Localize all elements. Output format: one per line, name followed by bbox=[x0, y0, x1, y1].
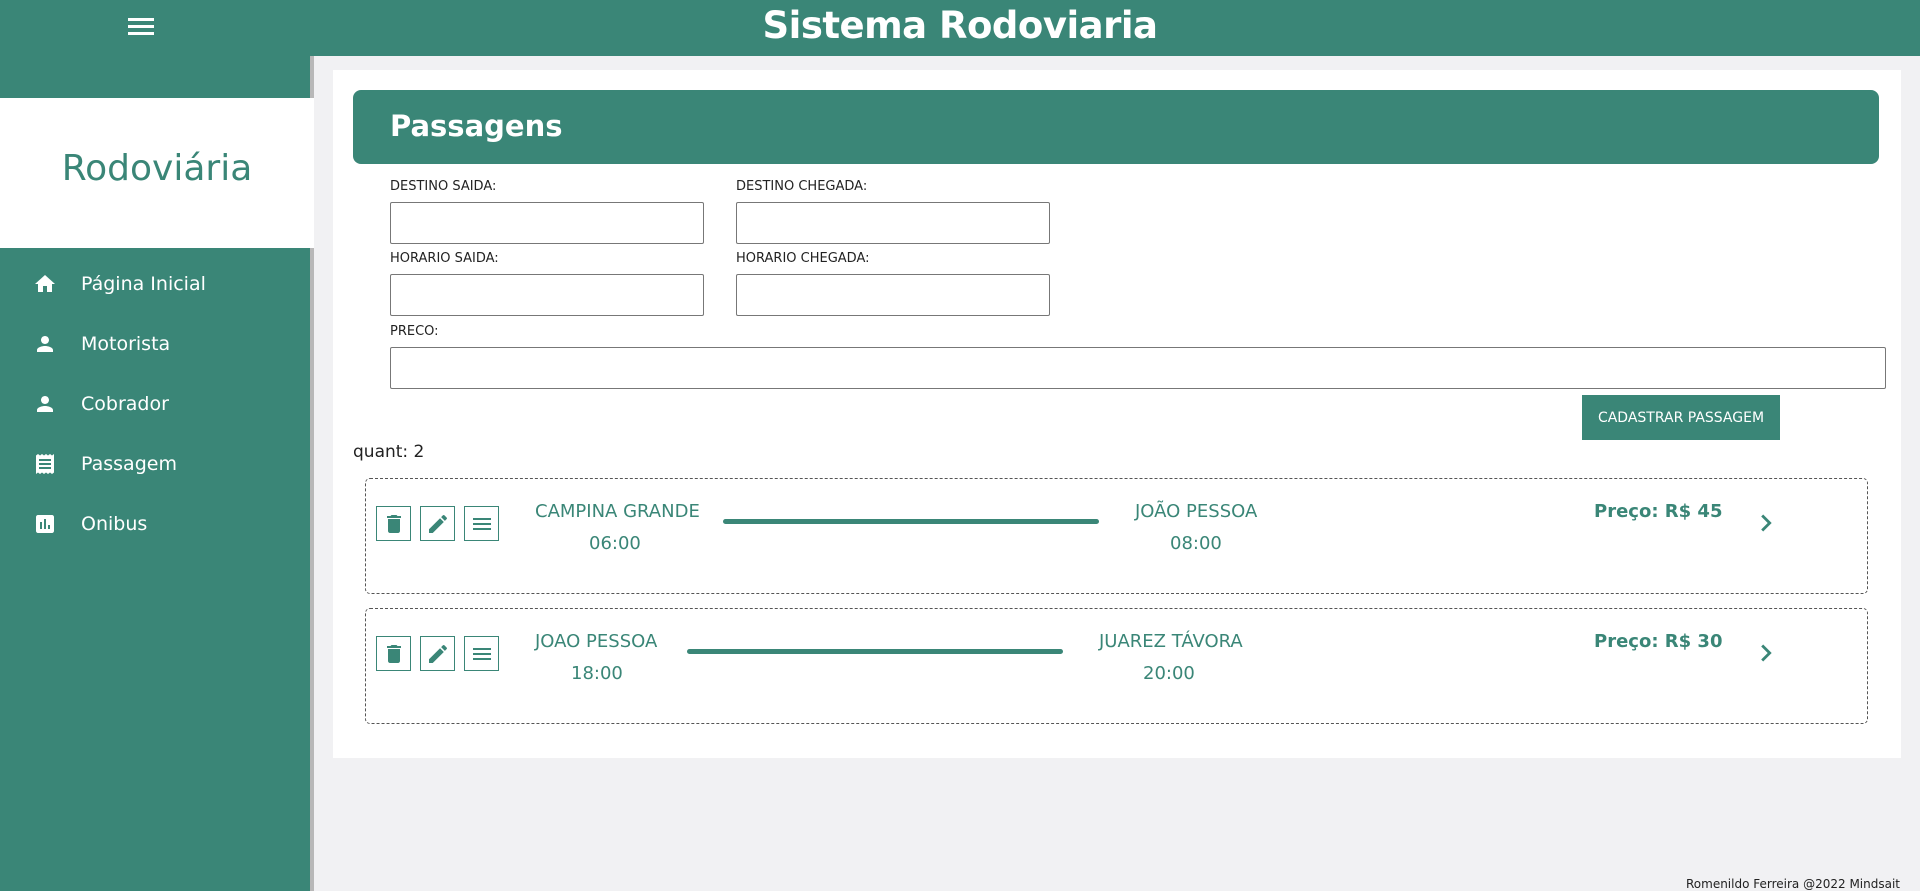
cadastrar-passagem-button[interactable]: CADASTRAR PASSAGEM bbox=[1582, 395, 1780, 440]
details-button[interactable] bbox=[464, 506, 499, 541]
delete-button[interactable] bbox=[376, 636, 411, 671]
section-header: Passagens bbox=[353, 90, 1879, 164]
sidebar-item-label: Motorista bbox=[81, 333, 171, 355]
chevron-right-icon[interactable] bbox=[1749, 636, 1783, 670]
horario-chegada-input[interactable] bbox=[736, 274, 1050, 316]
route-line bbox=[687, 649, 1063, 654]
preco-label: PRECO: bbox=[390, 324, 439, 339]
route-line bbox=[723, 519, 1099, 524]
ticket-count: quant: 2 bbox=[353, 442, 425, 462]
footer-credit: Romenildo Ferreira @2022 Mindsait bbox=[1685, 877, 1900, 891]
brand-name: Rodoviária bbox=[61, 148, 253, 189]
pencil-icon bbox=[428, 514, 447, 533]
origin-city: JOAO PESSOA bbox=[535, 631, 658, 652]
details-button[interactable] bbox=[464, 636, 499, 671]
sidebar: Rodoviária Página Inicial Motorista Cobr… bbox=[0, 56, 314, 891]
delete-button[interactable] bbox=[376, 506, 411, 541]
sidebar-item-passagem[interactable]: Passagem bbox=[0, 439, 314, 489]
brand-panel: Rodoviária bbox=[0, 98, 314, 248]
main-card: Passagens DESTINO SAIDA: DESTINO CHEGADA… bbox=[333, 70, 1901, 758]
destino-chegada-input[interactable] bbox=[736, 202, 1050, 244]
home-icon bbox=[33, 272, 57, 296]
sidebar-item-cobrador[interactable]: Cobrador bbox=[0, 379, 314, 429]
arrival-time: 20:00 bbox=[1143, 663, 1195, 684]
page-title: Passagens bbox=[390, 109, 563, 143]
pencil-icon bbox=[428, 644, 447, 663]
app-title: Sistema Rodoviaria bbox=[762, 4, 1158, 47]
arrival-time: 08:00 bbox=[1170, 533, 1222, 554]
destination-city: JUAREZ TÁVORA bbox=[1099, 631, 1243, 652]
destination-city: JOÃO PESSOA bbox=[1135, 501, 1258, 522]
sidebar-item-motorista[interactable]: Motorista bbox=[0, 319, 314, 369]
preco-input[interactable] bbox=[390, 347, 1886, 389]
destino-saida-input[interactable] bbox=[390, 202, 704, 244]
trash-icon bbox=[386, 644, 401, 663]
sidebar-item-label: Passagem bbox=[81, 453, 177, 475]
edit-button[interactable] bbox=[420, 636, 455, 671]
ticket-card: CAMPINA GRANDE 06:00 JOÃO PESSOA 08:00 P… bbox=[365, 478, 1868, 594]
edit-button[interactable] bbox=[420, 506, 455, 541]
sidebar-item-label: Página Inicial bbox=[81, 273, 206, 295]
ticket-price: Preço: R$ 45 bbox=[1594, 501, 1723, 522]
destino-chegada-label: DESTINO CHEGADA: bbox=[736, 179, 868, 194]
horario-saida-input[interactable] bbox=[390, 274, 704, 316]
sidebar-item-onibus[interactable]: Onibus bbox=[0, 499, 314, 549]
departure-time: 06:00 bbox=[589, 533, 641, 554]
origin-city: CAMPINA GRANDE bbox=[535, 501, 700, 522]
list-icon bbox=[472, 517, 491, 530]
destino-saida-label: DESTINO SAIDA: bbox=[390, 179, 497, 194]
ticket-price: Preço: R$ 30 bbox=[1594, 631, 1723, 652]
top-bar: Sistema Rodoviaria bbox=[0, 0, 1920, 56]
chart-icon bbox=[33, 512, 57, 536]
horario-chegada-label: HORARIO CHEGADA: bbox=[736, 251, 870, 266]
horario-saida-label: HORARIO SAIDA: bbox=[390, 251, 499, 266]
sidebar-item-label: Onibus bbox=[81, 513, 148, 535]
sidebar-item-label: Cobrador bbox=[81, 393, 169, 415]
ticket-card: JOAO PESSOA 18:00 JUAREZ TÁVORA 20:00 Pr… bbox=[365, 608, 1868, 724]
person-icon bbox=[33, 392, 57, 416]
receipt-icon bbox=[33, 452, 57, 476]
sidebar-item-pagina-inicial[interactable]: Página Inicial bbox=[0, 259, 314, 309]
chevron-right-icon[interactable] bbox=[1749, 506, 1783, 540]
trash-icon bbox=[386, 514, 401, 533]
list-icon bbox=[472, 647, 491, 660]
departure-time: 18:00 bbox=[571, 663, 623, 684]
person-icon bbox=[33, 332, 57, 356]
